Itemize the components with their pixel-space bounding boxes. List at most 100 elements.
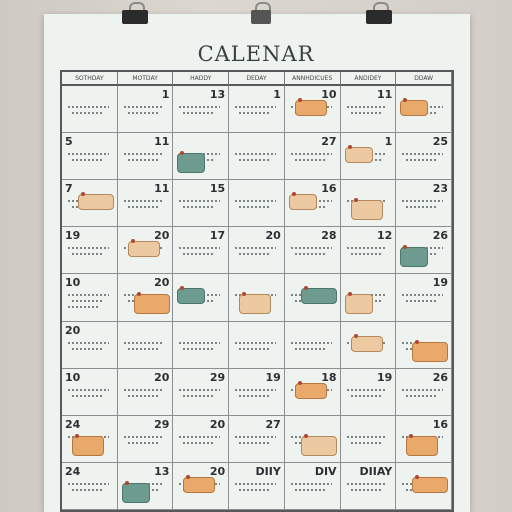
day-cell[interactable]: 24 — [62, 462, 118, 510]
sticky-note[interactable] — [400, 247, 429, 268]
day-number: DIV — [314, 464, 337, 478]
sticky-note[interactable] — [177, 288, 206, 305]
day-cell[interactable]: 20 — [173, 462, 230, 510]
day-cell[interactable]: 27 — [229, 415, 285, 463]
day-cell[interactable] — [173, 321, 230, 369]
day-cell[interactable]: 1 — [229, 86, 285, 134]
day-cell[interactable]: 15 — [173, 180, 230, 228]
day-cell[interactable] — [396, 462, 452, 510]
sticky-note[interactable] — [344, 147, 373, 164]
day-cell[interactable] — [284, 274, 341, 322]
day-number: 15 — [209, 182, 226, 196]
sticky-note[interactable] — [183, 476, 216, 493]
sticky-note[interactable] — [239, 294, 272, 315]
sticky-note[interactable] — [127, 241, 160, 258]
day-cell[interactable] — [340, 274, 397, 322]
day-cell[interactable]: 25 — [396, 133, 452, 181]
day-cell[interactable]: 13 — [173, 86, 230, 134]
sticky-note[interactable] — [350, 200, 383, 221]
day-cell[interactable]: 26 — [396, 227, 452, 275]
sticky-note[interactable] — [177, 153, 206, 174]
pushpin-icon — [124, 480, 129, 485]
event-line — [72, 300, 104, 303]
day-cell[interactable] — [340, 415, 397, 463]
day-cell[interactable]: 20 — [117, 274, 174, 322]
sticky-note[interactable] — [412, 341, 449, 362]
day-cell[interactable]: 28 — [284, 227, 341, 275]
day-cell[interactable]: 26 — [396, 368, 452, 416]
calendar-title: CALENAR — [197, 42, 315, 66]
day-cell[interactable] — [229, 321, 285, 369]
day-cell[interactable]: 11 — [117, 180, 174, 228]
day-cell[interactable]: 23 — [396, 180, 452, 228]
day-cell[interactable] — [173, 274, 230, 322]
day-number: 13 — [154, 464, 170, 478]
event-line — [127, 441, 160, 444]
sticky-note[interactable] — [300, 288, 337, 305]
day-cell[interactable]: DIIAY — [340, 462, 397, 510]
day-cell[interactable]: 5 — [62, 133, 118, 181]
event-line — [235, 200, 276, 203]
day-cell[interactable] — [284, 321, 341, 369]
sticky-note[interactable] — [133, 294, 170, 315]
day-cell[interactable]: 24 — [62, 415, 118, 463]
day-cell[interactable]: 16 — [284, 180, 341, 228]
day-cell[interactable]: 1 — [340, 133, 397, 181]
day-cell[interactable]: 17 — [173, 227, 230, 275]
sticky-note[interactable] — [406, 435, 439, 456]
day-cell[interactable]: 1 — [117, 86, 174, 134]
day-cell[interactable]: 27 — [284, 133, 341, 181]
day-cell[interactable] — [62, 86, 118, 134]
day-cell[interactable]: 20 — [62, 321, 118, 369]
day-cell[interactable] — [229, 180, 285, 228]
sticky-note[interactable] — [121, 482, 150, 503]
sticky-note[interactable] — [288, 194, 317, 211]
day-cell[interactable] — [229, 274, 285, 322]
day-cell[interactable]: 10 — [62, 368, 118, 416]
day-cell[interactable] — [117, 321, 174, 369]
day-cell[interactable]: 10 — [62, 274, 118, 322]
event-line — [68, 247, 109, 250]
sticky-note[interactable] — [294, 100, 327, 116]
event-line — [235, 153, 276, 156]
day-cell[interactable]: 11 — [117, 133, 174, 181]
day-cell[interactable]: 19 — [229, 368, 285, 416]
weekday-header: DEDAY — [229, 72, 285, 86]
sticky-note[interactable] — [350, 335, 383, 352]
day-cell[interactable] — [396, 86, 452, 134]
sticky-note[interactable] — [300, 435, 337, 456]
day-cell[interactable]: 20 — [117, 368, 174, 416]
day-cell[interactable] — [229, 133, 285, 181]
day-cell[interactable]: 29 — [173, 368, 230, 416]
day-cell[interactable]: 20 — [117, 227, 174, 275]
day-cell[interactable]: 10 — [284, 86, 341, 134]
day-cell[interactable]: 7 — [62, 180, 118, 228]
day-cell[interactable] — [396, 321, 452, 369]
day-cell[interactable] — [284, 415, 341, 463]
day-cell[interactable]: 29 — [117, 415, 174, 463]
sticky-note[interactable] — [72, 435, 104, 456]
day-cell[interactable]: 20 — [229, 227, 285, 275]
sticky-note[interactable] — [78, 194, 114, 211]
day-cell[interactable] — [340, 180, 397, 228]
day-cell[interactable]: DIV — [284, 462, 341, 510]
day-cell[interactable] — [340, 321, 397, 369]
sticky-note[interactable] — [400, 100, 429, 116]
day-cell[interactable]: 19 — [340, 368, 397, 416]
sticky-note[interactable] — [412, 476, 449, 493]
pushpin-icon — [415, 339, 420, 344]
day-cell[interactable]: 13 — [117, 462, 174, 510]
day-cell[interactable]: 18 — [284, 368, 341, 416]
day-cell[interactable]: 19 — [396, 274, 452, 322]
day-cell[interactable]: 19 — [62, 227, 118, 275]
sticky-note[interactable] — [294, 382, 327, 399]
day-number: 5 — [65, 135, 73, 149]
day-cell[interactable]: 16 — [396, 415, 452, 463]
event-line — [68, 306, 99, 309]
day-cell[interactable]: 20 — [173, 415, 230, 463]
day-cell[interactable]: 12 — [340, 227, 397, 275]
day-cell[interactable]: 11 — [340, 86, 397, 134]
day-cell[interactable] — [173, 133, 230, 181]
day-cell[interactable]: DIIY — [229, 462, 285, 510]
sticky-note[interactable] — [344, 294, 373, 315]
